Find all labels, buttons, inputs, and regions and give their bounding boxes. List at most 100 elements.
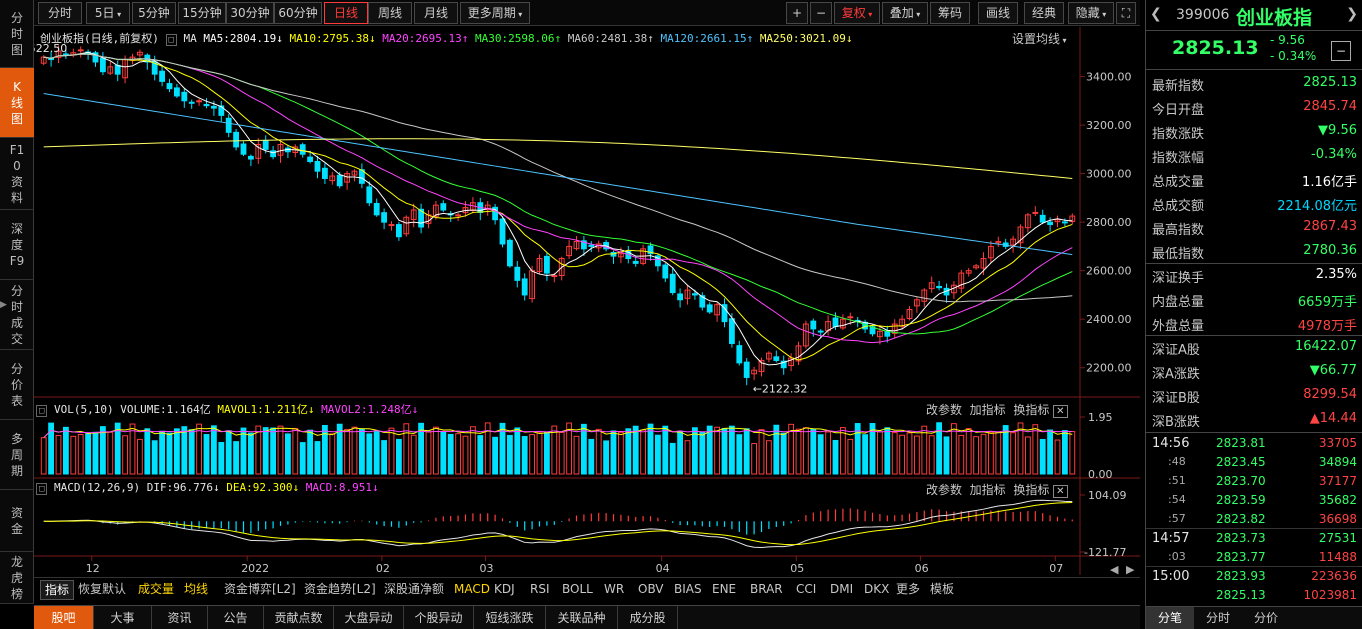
- chouma-button[interactable]: 筹码: [930, 2, 970, 24]
- volume-bar: [551, 425, 558, 475]
- rail-item-multi-period[interactable]: 多周期: [0, 420, 34, 490]
- indicator-tab-19[interactable]: 更多: [896, 580, 920, 598]
- price-tick-label: 3000.00: [1086, 168, 1132, 181]
- ma-settings-button[interactable]: 设置均线 ▾: [1012, 30, 1067, 47]
- macd-switch-indicator-button[interactable]: 换指标: [1013, 483, 1049, 497]
- period-60min[interactable]: 60分钟: [274, 2, 322, 24]
- close-icon[interactable]: ✕: [1053, 405, 1068, 418]
- indicator-tab-17[interactable]: DMI: [830, 580, 853, 598]
- rail-item-funds[interactable]: 资金: [0, 490, 34, 552]
- indicator-tab-14[interactable]: ENE: [712, 580, 736, 598]
- indicator-tab-12[interactable]: OBV: [638, 580, 664, 598]
- rail-item-dragon-tiger[interactable]: 龙虎榜: [0, 552, 34, 604]
- period-15min[interactable]: 15分钟: [178, 2, 226, 24]
- indicator-tab-0[interactable]: 指标: [40, 580, 75, 600]
- volume-bar: [521, 436, 528, 475]
- fuquan-button[interactable]: 复权 ▾: [834, 2, 880, 24]
- back-arrow-icon[interactable]: ❮: [1150, 6, 1162, 22]
- close-icon[interactable]: ✕: [1053, 485, 1068, 498]
- indicator-tab-5[interactable]: 资金趋势[L2]: [304, 580, 376, 598]
- indicator-tab-8[interactable]: KDJ: [494, 580, 515, 598]
- indicator-tab-3[interactable]: 均线: [184, 580, 208, 598]
- bottom-nav-item-8[interactable]: 关联品种: [546, 606, 618, 629]
- volume-bar: [299, 442, 306, 475]
- minimize-panel-button[interactable]: −: [1331, 41, 1351, 61]
- forward-arrow-icon[interactable]: ❯: [1346, 6, 1358, 22]
- indicator-tab-20[interactable]: 模板: [930, 580, 954, 598]
- classic-button[interactable]: 经典: [1024, 2, 1064, 24]
- scroll-left-icon[interactable]: ◀: [1110, 563, 1119, 576]
- volume-bar: [647, 423, 654, 475]
- vol-toggle-icon[interactable]: □: [36, 405, 48, 417]
- rail-item-depth[interactable]: 深度F9: [0, 210, 34, 280]
- tick-volume: 36698: [1318, 512, 1357, 526]
- vol-param-button[interactable]: 改参数: [926, 403, 962, 417]
- indicator-tab-16[interactable]: CCI: [796, 580, 816, 598]
- rail-item-fenshi[interactable]: 分时图: [0, 0, 34, 68]
- period-fenshi[interactable]: 分时: [38, 2, 82, 24]
- candle-body: [810, 320, 817, 330]
- indicator-tab-10[interactable]: BOLL: [562, 580, 593, 598]
- scroll-right-icon[interactable]: ▶: [1126, 563, 1135, 576]
- quote-row-value: 1.16亿手: [1302, 175, 1357, 190]
- draw-button[interactable]: 画线: [978, 2, 1018, 24]
- indicator-tab-6[interactable]: 深股通净额: [384, 580, 444, 598]
- bottom-nav-item-5[interactable]: 大盘异动: [334, 606, 404, 629]
- bottom-nav-item-6[interactable]: 个股异动: [404, 606, 474, 629]
- indicator-tab-11[interactable]: WR: [604, 580, 624, 598]
- period-monthly[interactable]: 月线: [414, 2, 458, 24]
- x-tick-label: 2022: [241, 562, 269, 575]
- tab-price-dist[interactable]: 分价: [1242, 607, 1290, 629]
- bottom-nav-item-2[interactable]: 资讯: [152, 606, 208, 629]
- zoom-in-button[interactable]: +: [786, 2, 808, 24]
- bottom-nav-item-7[interactable]: 短线涨跌: [474, 606, 546, 629]
- indicator-tab-13[interactable]: BIAS: [674, 580, 702, 598]
- volume-bar: [55, 435, 62, 475]
- tick-volume: 37177: [1318, 474, 1357, 488]
- period-more[interactable]: 更多周期 ▾: [460, 2, 530, 24]
- rail-item-kline[interactable]: K线图: [0, 68, 34, 138]
- indicator-tab-2[interactable]: 成交量: [138, 580, 174, 598]
- candle-body: [388, 224, 395, 227]
- macd-add-indicator-button[interactable]: 加指标: [970, 483, 1006, 497]
- tab-ticks[interactable]: 分笔: [1146, 607, 1194, 629]
- ma-toggle-icon[interactable]: □: [165, 34, 177, 46]
- candle-body: [307, 156, 314, 162]
- volume-bar: [810, 428, 817, 475]
- period-5day[interactable]: 5日 ▾: [86, 2, 130, 24]
- vol-add-indicator-button[interactable]: 加指标: [970, 403, 1006, 417]
- indicator-tab-15[interactable]: BRAR: [750, 580, 783, 598]
- indicator-tab-4[interactable]: 资金博弈[L2]: [224, 580, 296, 598]
- quote-row-value: 2825.13: [1303, 75, 1357, 90]
- tick-price: 2823.73: [1216, 531, 1266, 545]
- zoom-out-button[interactable]: −: [810, 2, 832, 24]
- overlay-button[interactable]: 叠加 ▾: [882, 2, 928, 24]
- quote-row-label: 总成交额: [1152, 199, 1205, 214]
- fullscreen-icon[interactable]: ⛶: [1116, 2, 1136, 24]
- volume-bar: [173, 428, 180, 475]
- bottom-nav-item-3[interactable]: 公告: [208, 606, 264, 629]
- indicator-tab-7[interactable]: MACD: [454, 580, 490, 598]
- period-weekly[interactable]: 周线: [368, 2, 412, 24]
- period-daily[interactable]: 日线: [324, 2, 368, 24]
- volume-bar: [1054, 439, 1061, 475]
- kline-chart[interactable]: 3400.00 3200.00 3000.00 2800.00 2600.00 2400.…: [34, 27, 1140, 577]
- hide-button[interactable]: 隐藏 ▾: [1068, 2, 1114, 24]
- period-30min[interactable]: 30分钟: [226, 2, 274, 24]
- macd-toggle-icon[interactable]: □: [36, 483, 48, 495]
- bottom-nav-item-9[interactable]: 成分股: [618, 606, 678, 629]
- bottom-nav-item-4[interactable]: 贡献点数: [264, 606, 334, 629]
- bottom-nav-item-0[interactable]: 股吧: [34, 606, 94, 629]
- vol-switch-indicator-button[interactable]: 换指标: [1013, 403, 1049, 417]
- tab-intraday[interactable]: 分时: [1194, 607, 1242, 629]
- collapse-arrow-icon[interactable]: ▶: [0, 300, 8, 324]
- rail-item-f10[interactable]: F10资料: [0, 138, 34, 210]
- volume-bar: [758, 429, 765, 475]
- bottom-nav-item-1[interactable]: 大事: [94, 606, 152, 629]
- indicator-tab-18[interactable]: DKX: [864, 580, 889, 598]
- indicator-tab-1[interactable]: 恢复默认: [78, 580, 126, 598]
- period-5min[interactable]: 5分钟: [132, 2, 176, 24]
- macd-param-button[interactable]: 改参数: [926, 483, 962, 497]
- rail-item-price-table[interactable]: 分价表: [0, 350, 34, 420]
- indicator-tab-9[interactable]: RSI: [530, 580, 550, 598]
